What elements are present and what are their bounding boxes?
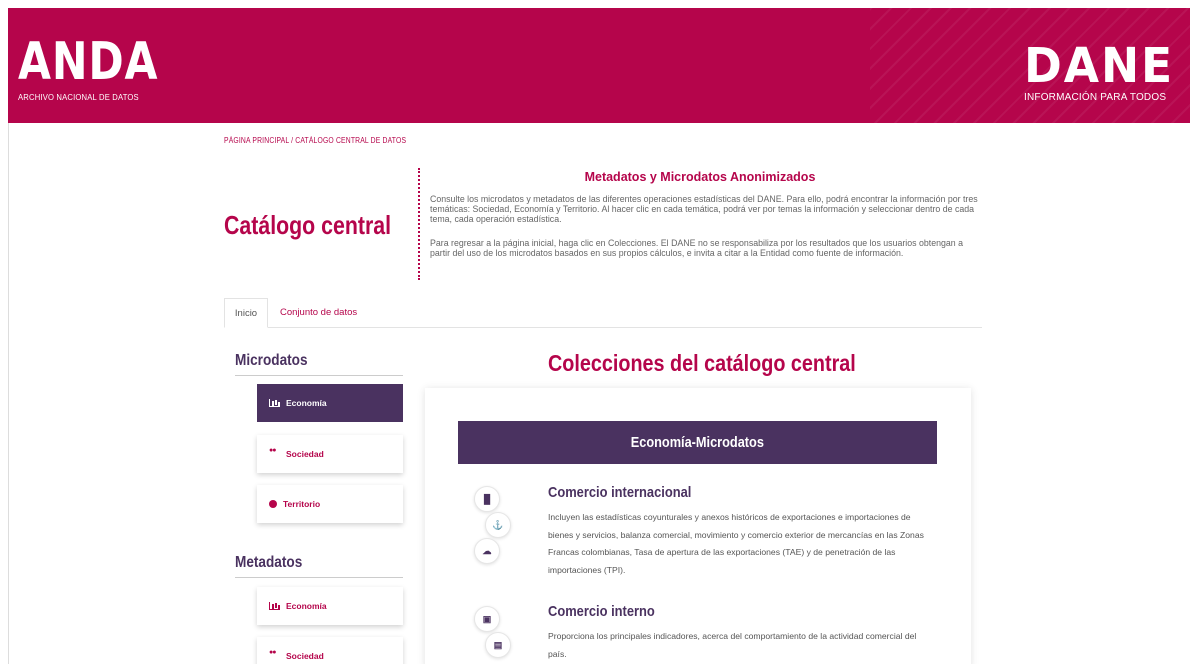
- sidebar-item-metadatos-economia[interactable]: Economía: [257, 587, 403, 625]
- tabs-bar: Inicio Conjunto de datos: [224, 298, 982, 328]
- card-header-label: Economía-Microdatos: [630, 434, 765, 451]
- sidebar-item-label: Economía: [286, 398, 327, 408]
- dane-logo-text: DANE: [1024, 38, 1175, 94]
- car-icon: ▣: [474, 606, 500, 632]
- tab-inicio[interactable]: Inicio: [224, 298, 268, 328]
- sidebar-item-label: Sociedad: [286, 449, 324, 459]
- bar-chart-icon: [269, 399, 280, 407]
- intro-paragraph: Consulte los microdatos y metadatos de l…: [430, 194, 978, 224]
- divider: [235, 375, 403, 376]
- collection-item-description: Proporciona los principales indicadores,…: [548, 631, 917, 659]
- sidebar-item-label: Sociedad: [286, 651, 324, 661]
- collection-item-title[interactable]: Comercio internacional: [548, 484, 691, 501]
- users-icon: [269, 649, 280, 660]
- sidebar-item-microdatos-sociedad[interactable]: Sociedad: [257, 435, 403, 473]
- breadcrumb[interactable]: PÁGINA PRINCIPAL / CATÁLOGO CENTRAL DE D…: [224, 136, 406, 145]
- anda-logo[interactable]: ANDA ARCHIVO NACIONAL DE DATOS: [18, 36, 189, 102]
- industry-icon: ▐▌: [474, 486, 500, 512]
- collections-title: Colecciones del catálogo central: [548, 350, 856, 376]
- divider: [235, 577, 403, 578]
- intro-divider: [418, 168, 420, 280]
- sidebar-microdatos-title: Microdatos: [235, 352, 308, 369]
- dane-logo[interactable]: DANE INFORMACIÓN PARA TODOS: [1024, 42, 1184, 103]
- users-icon: [269, 447, 280, 458]
- intro-paragraph: Para regresar a la página inicial, haga …: [430, 238, 964, 258]
- sidebar-item-microdatos-economia[interactable]: Economía: [257, 384, 403, 422]
- site-header: ANDA ARCHIVO NACIONAL DE DATOS DANE INFO…: [8, 8, 1190, 123]
- bar-chart-icon: [269, 602, 280, 610]
- store-icon: ▤: [485, 632, 511, 658]
- collection-item-description: Incluyen las estadísticas coyunturales y…: [548, 512, 924, 575]
- collection-item-title[interactable]: Comercio interno: [548, 603, 655, 620]
- anda-logo-text: ANDA: [18, 32, 159, 92]
- sidebar-item-metadatos-sociedad[interactable]: Sociedad: [257, 637, 403, 664]
- sidebar-item-label: Territorio: [283, 499, 321, 509]
- sidebar-item-label: Economía: [286, 601, 327, 611]
- sidebar-item-microdatos-territorio[interactable]: Territorio: [257, 485, 403, 523]
- world-map-icon: ☁: [474, 538, 500, 564]
- page-title: Catálogo central: [224, 210, 392, 240]
- tab-conjunto-de-datos[interactable]: Conjunto de datos: [268, 298, 369, 328]
- anda-logo-subtitle: ARCHIVO NACIONAL DE DATOS: [18, 92, 139, 102]
- card-header: Economía-Microdatos: [458, 421, 937, 464]
- intro-heading: Metadatos y Microdatos Anonimizados: [584, 170, 816, 184]
- sidebar-metadatos-title: Metadatos: [235, 554, 303, 571]
- ship-icon: ⚓: [485, 512, 511, 538]
- globe-icon: [269, 500, 277, 508]
